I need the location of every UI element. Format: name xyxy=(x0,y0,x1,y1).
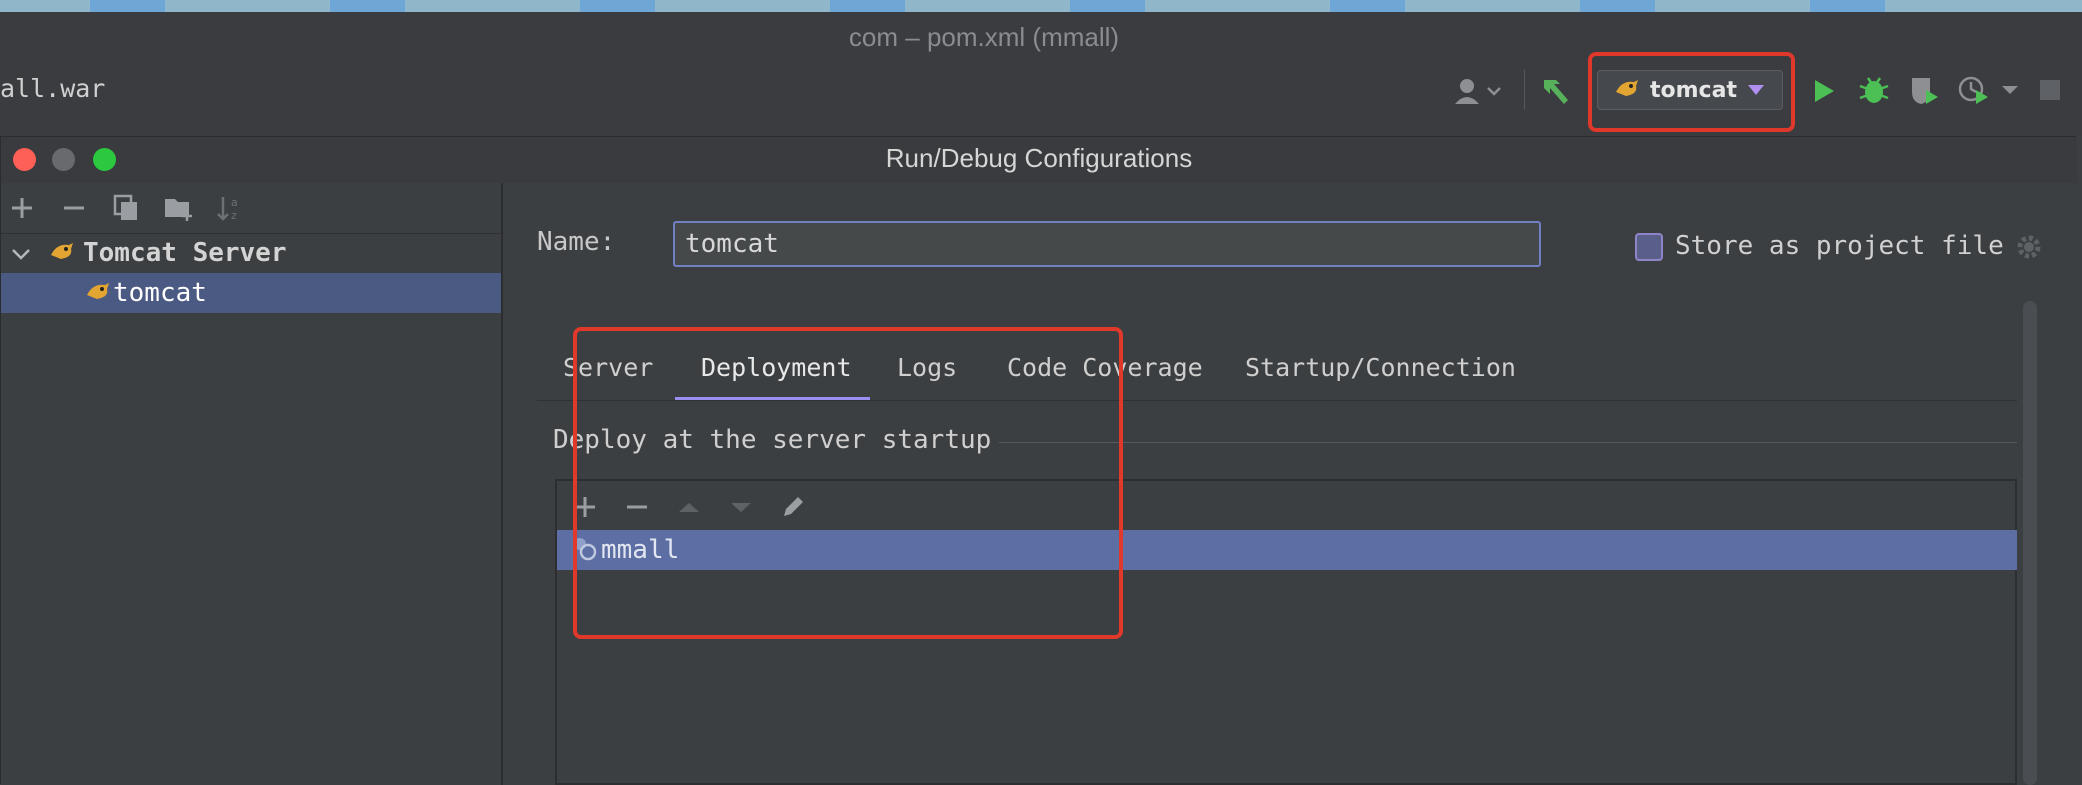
add-icon[interactable] xyxy=(7,193,37,223)
user-icon[interactable] xyxy=(1452,76,1506,106)
profile-icon[interactable] xyxy=(1956,72,1992,108)
gear-icon[interactable] xyxy=(2015,233,2043,261)
artifact-label: all.war xyxy=(0,74,106,103)
tomcat-icon xyxy=(49,238,75,268)
sort-icon[interactable]: az xyxy=(215,193,245,223)
tree-group-tomcat-server[interactable]: Tomcat Server xyxy=(1,233,501,273)
debug-icon[interactable] xyxy=(1856,72,1892,108)
tomcat-icon xyxy=(85,278,111,308)
svg-text:z: z xyxy=(231,209,237,222)
coverage-icon[interactable] xyxy=(1906,72,1942,108)
config-tree-panel: az Tomcat Server tomcat xyxy=(1,183,503,785)
minimize-window-button[interactable] xyxy=(52,148,75,171)
scrollbar[interactable] xyxy=(2023,301,2037,785)
run-icon[interactable] xyxy=(1806,74,1840,108)
highlight-box-deployment xyxy=(573,327,1123,639)
copy-icon[interactable] xyxy=(111,193,141,223)
remove-icon[interactable] xyxy=(59,193,89,223)
tree-toolbar: az xyxy=(1,183,501,234)
maximize-window-button[interactable] xyxy=(93,148,116,171)
build-hammer-icon[interactable] xyxy=(1538,72,1574,108)
ide-window-title: com – pom.xml (mmall) xyxy=(848,22,1120,52)
toolbar-separator xyxy=(1524,70,1525,110)
section-divider xyxy=(999,442,2017,443)
svg-text:a: a xyxy=(231,196,238,209)
highlight-box-run-config xyxy=(1588,52,1795,132)
tree-item-tomcat[interactable]: tomcat xyxy=(1,273,501,313)
stop-icon[interactable] xyxy=(2036,76,2064,104)
desktop-strip xyxy=(0,0,2082,12)
tab-startup-connection[interactable]: Startup/Connection xyxy=(1245,353,1516,382)
store-as-project-checkbox[interactable] xyxy=(1635,233,1663,261)
run-debug-dialog: Run/Debug Configurations az Tomcat Serve… xyxy=(0,136,2077,785)
tree-group-label: Tomcat Server xyxy=(83,238,287,268)
close-window-button[interactable] xyxy=(13,148,36,171)
name-label: Name: xyxy=(537,227,616,257)
new-folder-icon[interactable] xyxy=(163,193,195,223)
more-dropdown-icon[interactable] xyxy=(1998,80,2022,100)
dialog-title: Run/Debug Configurations xyxy=(885,143,1193,173)
tree-item-label: tomcat xyxy=(113,278,207,308)
chevron-down-icon[interactable] xyxy=(11,238,33,268)
name-input[interactable] xyxy=(673,221,1541,267)
store-as-project-label: Store as project file xyxy=(1675,231,2004,261)
